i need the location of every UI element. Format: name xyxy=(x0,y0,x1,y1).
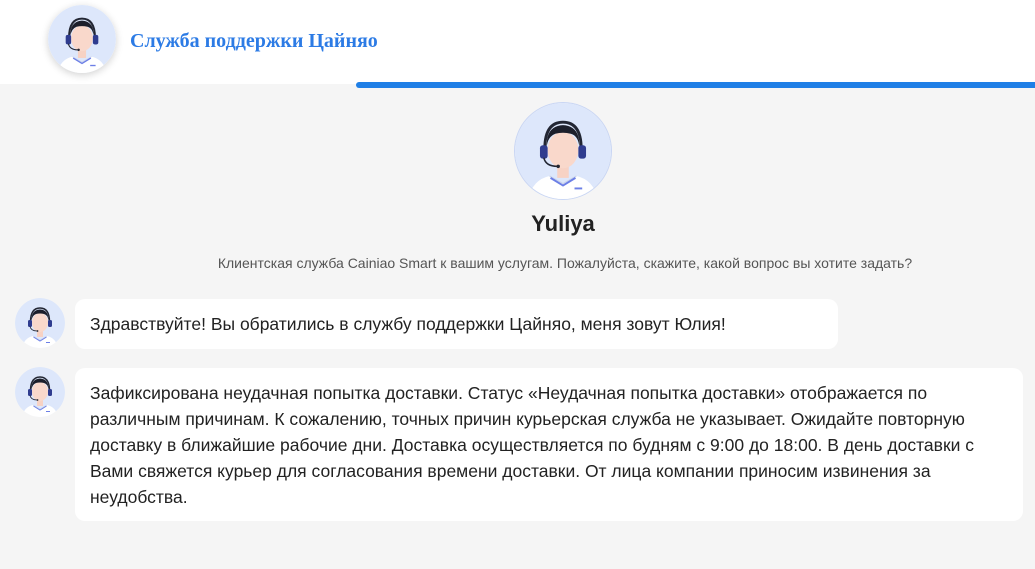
header-accent-bar xyxy=(356,82,1035,88)
chat-header: Служба поддержки Цайняо xyxy=(0,0,1035,84)
support-agent-avatar-icon xyxy=(15,298,65,348)
agent-intro-text: Клиентская служба Cainiao Smart к вашим … xyxy=(217,255,913,271)
chat-message-bubble: Зафиксирована неудачная попытка доставки… xyxy=(75,368,1023,521)
support-agent-avatar-icon xyxy=(15,367,65,417)
support-agent-avatar-icon xyxy=(48,5,116,73)
message-text: Здравствуйте! Вы обратились в службу под… xyxy=(90,314,726,334)
message-text: Зафиксирована неудачная попытка доставки… xyxy=(90,383,974,507)
chat-message-bubble: Здравствуйте! Вы обратились в службу под… xyxy=(75,299,838,349)
message-avatar xyxy=(15,298,65,348)
support-agent-avatar-icon xyxy=(515,103,611,199)
agent-name: Yuliya xyxy=(531,211,595,236)
page-title: Служба поддержки Цайняо xyxy=(130,30,378,52)
agent-profile-avatar xyxy=(514,102,612,200)
message-avatar xyxy=(15,367,65,417)
header-avatar xyxy=(48,5,116,73)
